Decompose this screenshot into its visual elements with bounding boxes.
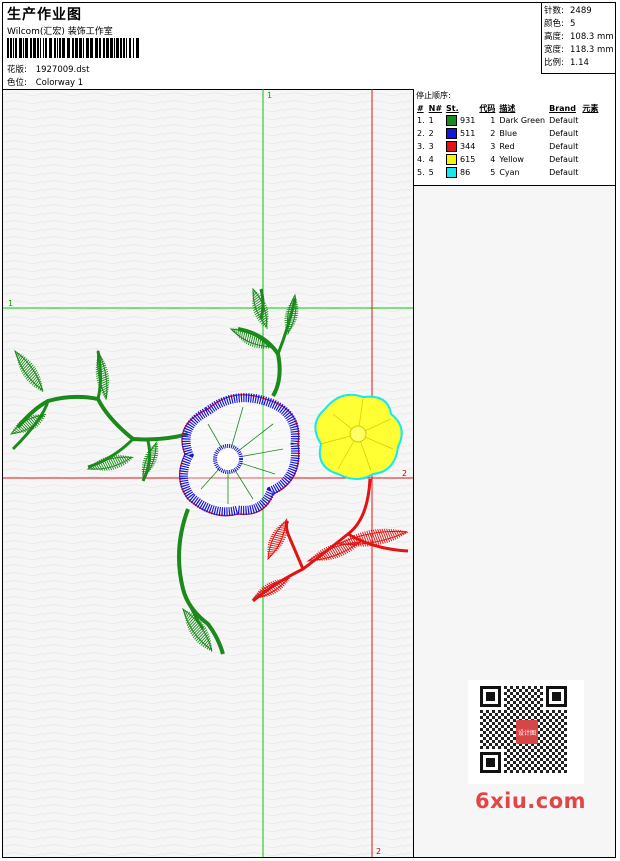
color-num: 4. <box>417 155 425 164</box>
color-stitches: 511 <box>444 127 477 140</box>
color-needle: 3 <box>428 142 434 151</box>
stitch-stats: 针数: 2489 颜色: 5 高度: 108.3 mm 宽度: 118.3 mm 比例:… <box>541 3 615 74</box>
sheet-header: 生产作业图 Wilcom(汇宏) 装饰工作室 花版: 1927009.dst 色… <box>3 3 615 90</box>
color-code: 2 <box>490 129 496 138</box>
colorway-label: 色位: <box>7 78 27 88</box>
color-needle: 1 <box>428 116 434 125</box>
embroidery-preview: 1 1 2 2 <box>3 89 413 857</box>
color-row: 2. 2 511 2 Blue Default <box>415 127 600 140</box>
color-desc: Red <box>499 142 515 151</box>
color-stitches: 615 <box>444 153 477 166</box>
color-brand: Default <box>549 142 579 151</box>
sheet-title: 生产作业图 <box>7 7 82 23</box>
green-v-label: 1 <box>267 91 272 100</box>
color-needle: 2 <box>428 129 434 138</box>
color-element <box>580 114 600 127</box>
stitch-count: 511 <box>460 129 476 138</box>
red-v-label: 2 <box>376 847 381 856</box>
color-desc: Cyan <box>499 168 520 177</box>
color-element <box>580 166 600 179</box>
qr-code: 设计图 <box>468 680 584 784</box>
company-name: Wilcom(汇宏) 装饰工作室 <box>7 27 113 37</box>
design-file-label: 花版: <box>7 65 27 75</box>
green-h-label: 1 <box>8 299 13 308</box>
color-num: 5. <box>417 168 425 177</box>
color-element <box>580 127 600 140</box>
color-brand: Default <box>549 129 579 138</box>
design-file-value: 1927009.dst <box>35 65 90 75</box>
color-row: 3. 3 344 3 Red Default <box>415 140 600 153</box>
color-element <box>580 153 600 166</box>
design-preview: 1 1 2 2 <box>3 89 414 857</box>
stop-sequence-caption: 停止顺序: <box>416 91 451 100</box>
color-stitches: 931 <box>444 114 477 127</box>
stitch-count: 344 <box>460 142 476 151</box>
stitch-count: 615 <box>460 155 476 164</box>
stat-width: 宽度: 118.3 mm <box>544 45 614 55</box>
qr-badge-text: 设计图 <box>518 729 536 737</box>
color-swatch <box>446 167 458 178</box>
red-h-label: 2 <box>402 469 407 478</box>
color-stitches: 86 <box>444 166 477 179</box>
stat-colors: 颜色: 5 <box>544 19 576 29</box>
color-needle: 5 <box>428 168 434 177</box>
barcode <box>7 38 139 58</box>
stat-height: 高度: 108.3 mm <box>544 32 614 42</box>
stat-stitches: 针数: 2489 <box>544 6 592 16</box>
color-code: 4 <box>490 155 496 164</box>
color-swatch <box>446 128 458 139</box>
color-brand: Default <box>549 116 579 125</box>
color-desc: Dark Green <box>499 116 546 125</box>
stitch-count: 86 <box>460 168 471 177</box>
color-num: 3. <box>417 142 425 151</box>
color-table: # N# St. 代码 描述 Brand 元素 1. 1 931 1 Dark Gree… <box>415 102 600 179</box>
color-sequence-table: 停止顺序: # N# St. 代码 描述 Brand 元素 1. 1 931 1 Dar… <box>414 89 615 186</box>
stat-scale: 比例: 1.14 <box>544 58 589 68</box>
color-brand: Default <box>549 168 579 177</box>
color-swatch <box>446 115 458 126</box>
color-brand: Default <box>549 155 579 164</box>
design-file-row: 花版: 1927009.dst <box>7 63 89 75</box>
color-row: 4. 4 615 4 Yellow Default <box>415 153 600 166</box>
color-num: 2. <box>417 129 425 138</box>
color-swatch <box>446 141 458 152</box>
color-swatch <box>446 154 458 165</box>
color-code: 1 <box>490 116 496 125</box>
color-desc: Blue <box>499 129 518 138</box>
color-element <box>580 140 600 153</box>
color-needle: 4 <box>428 155 434 164</box>
yellow-flower <box>314 393 403 480</box>
color-num: 1. <box>417 116 425 125</box>
color-desc: Yellow <box>499 155 524 164</box>
watermark: 6xiu.com <box>475 789 587 813</box>
color-table-header: # N# St. 代码 描述 Brand 元素 <box>417 103 599 113</box>
colorway-row: 色位: Colorway 1 <box>7 76 83 88</box>
colorway-value: Colorway 1 <box>35 78 84 88</box>
color-row: 5. 5 86 5 Cyan Default <box>415 166 600 179</box>
stitch-count: 931 <box>460 116 476 125</box>
color-code: 3 <box>490 142 496 151</box>
color-code: 5 <box>490 168 496 177</box>
color-stitches: 344 <box>444 140 477 153</box>
color-row: 1. 1 931 1 Dark Green Default <box>415 114 600 127</box>
